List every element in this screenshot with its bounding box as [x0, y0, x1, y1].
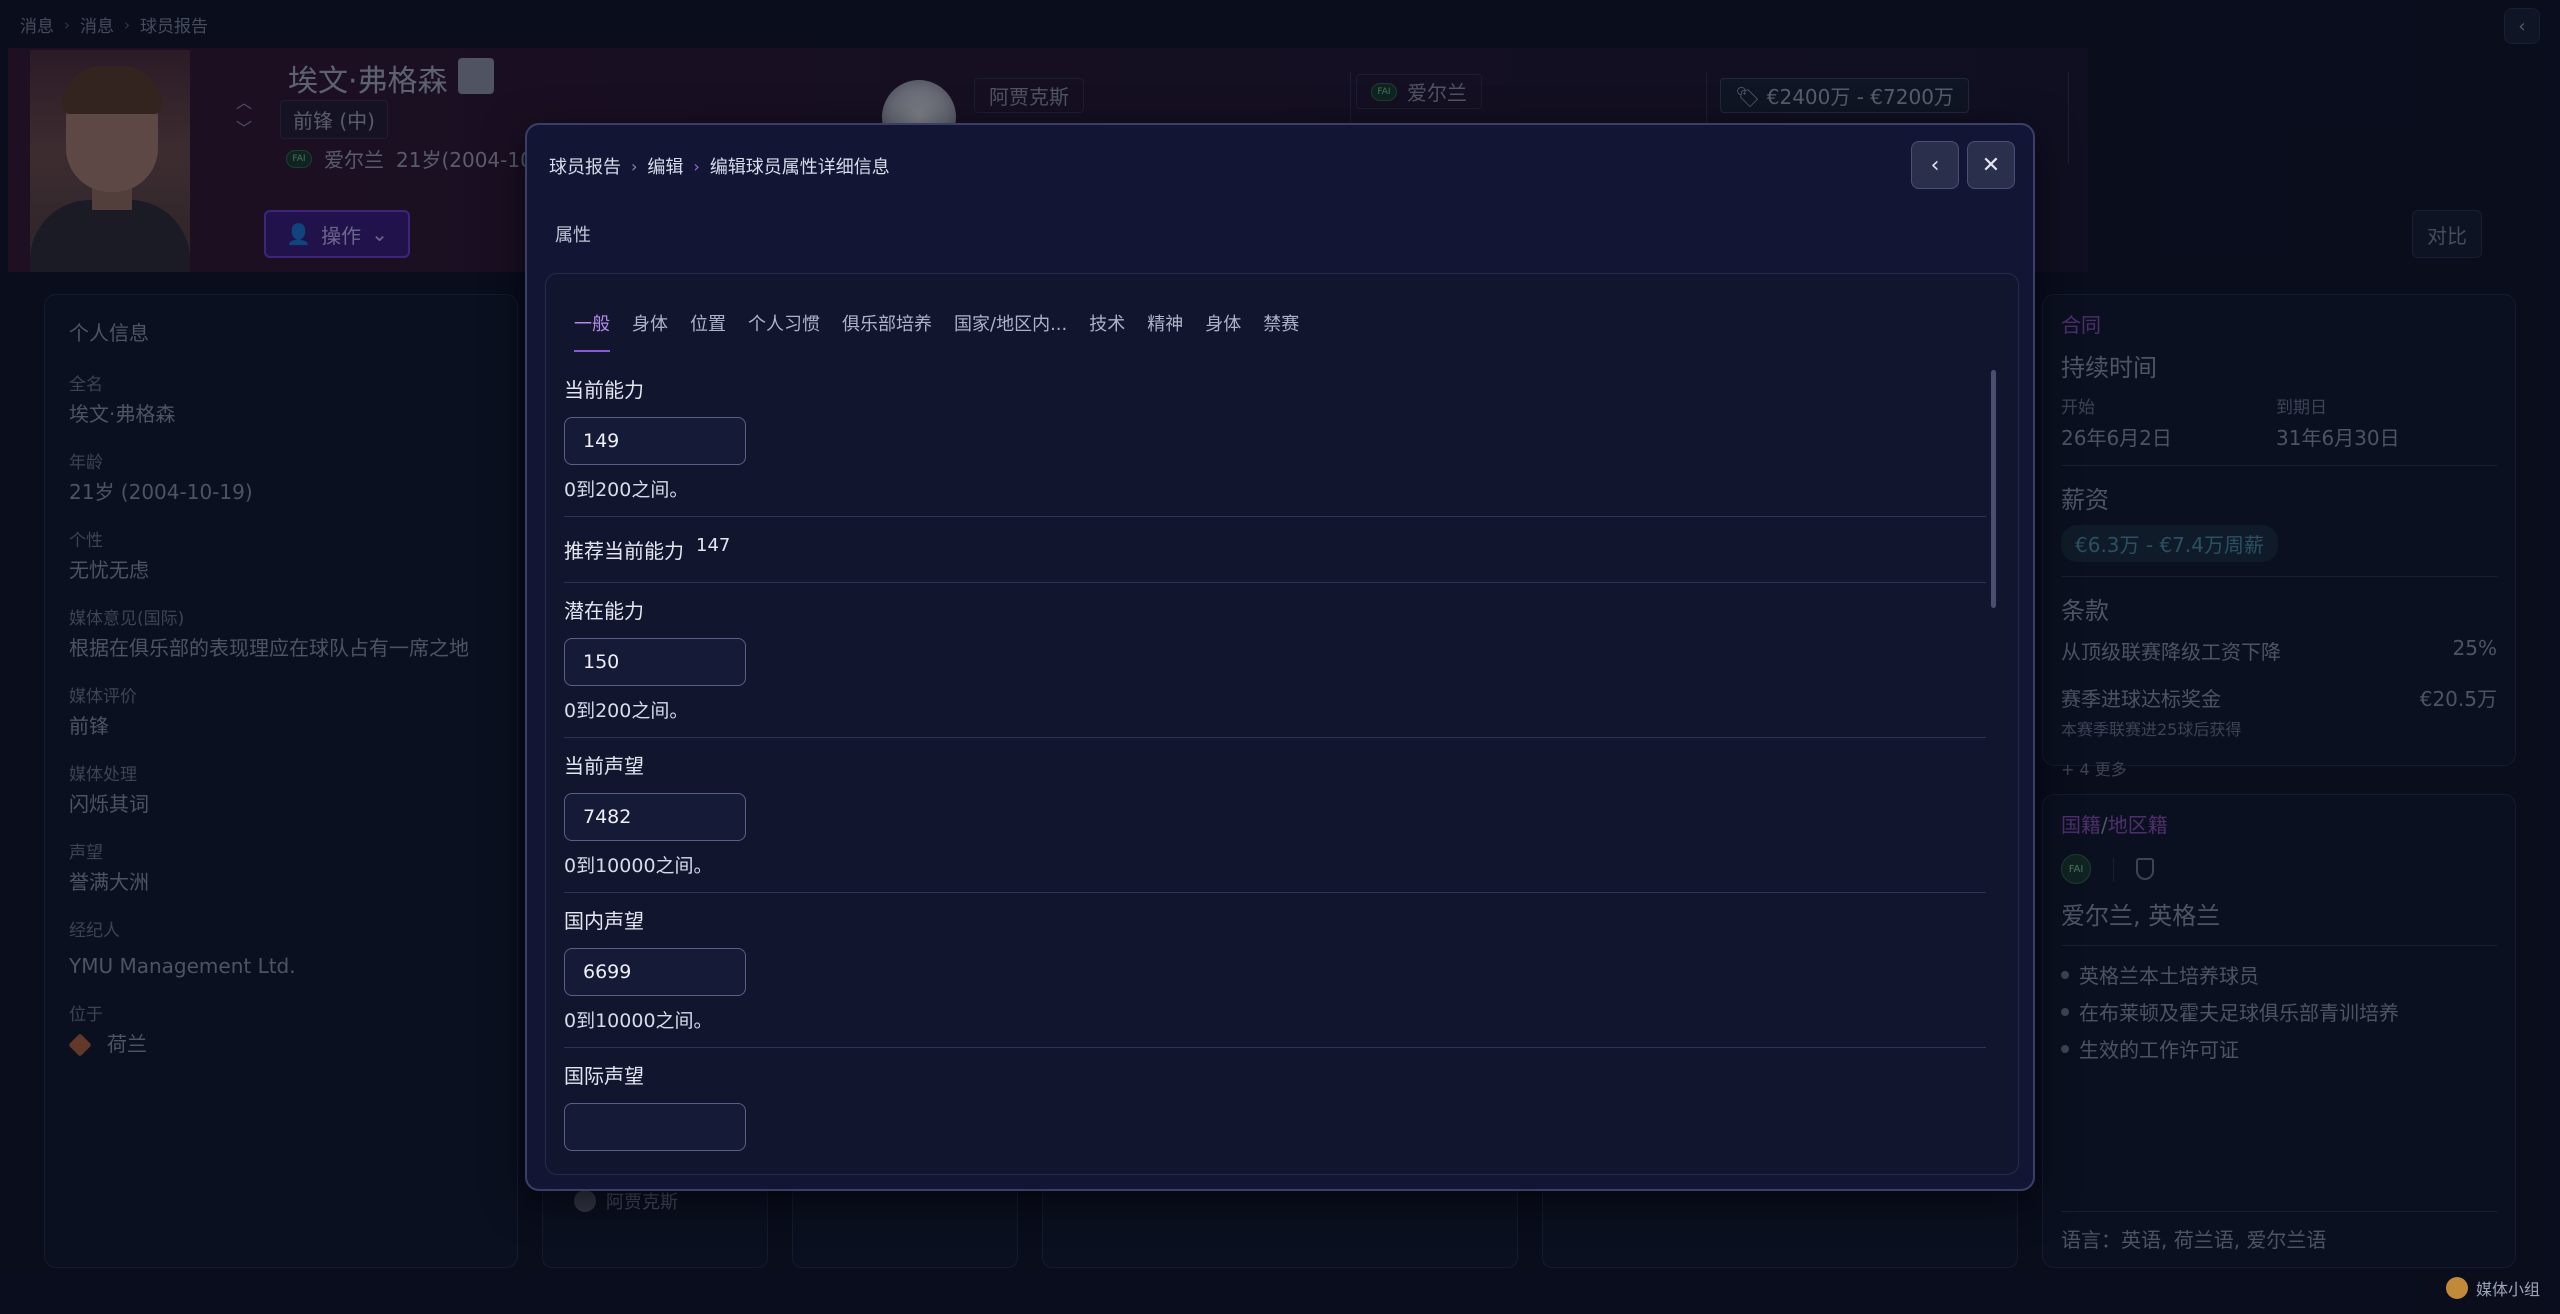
- edit-attributes-modal: 球员报告 › 编辑 › 编辑球员属性详细信息 ‹ ✕ 属性 一般 身体 位置 个…: [525, 123, 2035, 1191]
- breadcrumb-item[interactable]: 球员报告: [549, 153, 621, 179]
- field-home-reputation: 国内声望 6699 0到10000之间。: [564, 893, 1986, 1048]
- modal-breadcrumb: 球员报告 › 编辑 › 编辑球员属性详细信息: [549, 153, 890, 179]
- field-title: 当前能力: [564, 378, 644, 402]
- field-title: 当前声望: [564, 754, 644, 778]
- chevron-right-icon: ›: [693, 156, 700, 176]
- tab-technical[interactable]: 技术: [1089, 310, 1125, 352]
- field-hint: 0到10000之间。: [564, 1010, 713, 1032]
- watermark-logo-icon: [2445, 1277, 2468, 1299]
- field-current-reputation: 当前声望 7482 0到10000之间。: [564, 738, 1986, 893]
- close-icon: ✕: [1981, 152, 2001, 178]
- tab-club-trained[interactable]: 俱乐部培养: [842, 310, 932, 352]
- field-hint: 0到10000之间。: [564, 855, 713, 877]
- current-ability-input[interactable]: 149: [564, 417, 746, 465]
- scrollbar[interactable]: [1991, 370, 1996, 608]
- field-title: 国际声望: [564, 1064, 644, 1088]
- field-world-reputation: 国际声望: [564, 1048, 1986, 1165]
- attribute-tabs: 一般 身体 位置 个人习惯 俱乐部培养 国家/地区内... 技术 精神 身体 禁…: [574, 310, 1299, 352]
- tab-general[interactable]: 一般: [574, 310, 610, 352]
- breadcrumb-item[interactable]: 编辑: [647, 153, 683, 179]
- tab-physical-2[interactable]: 身体: [1205, 310, 1241, 352]
- field-potential-ability: 潜在能力 150 0到200之间。: [564, 583, 1986, 738]
- field-title: 国内声望: [564, 909, 644, 933]
- chevron-right-icon: ›: [631, 156, 638, 176]
- tab-nation-trained[interactable]: 国家/地区内...: [954, 310, 1067, 352]
- field-recommended-ability: 推荐当前能力 147: [564, 517, 1986, 583]
- tab-physical[interactable]: 身体: [632, 310, 668, 352]
- field-current-ability: 当前能力 149 0到200之间。: [564, 362, 1986, 517]
- field-title: 潜在能力: [564, 599, 644, 623]
- breadcrumb-item: 编辑球员属性详细信息: [709, 157, 890, 178]
- recommended-value: 147: [696, 535, 731, 556]
- watermark-text: 媒体小组: [2475, 1280, 2540, 1299]
- home-reputation-input[interactable]: 6699: [564, 948, 746, 996]
- tab-habits[interactable]: 个人习惯: [748, 310, 820, 352]
- tab-position[interactable]: 位置: [690, 310, 726, 352]
- tab-mental[interactable]: 精神: [1147, 310, 1183, 352]
- field-hint: 0到200之间。: [564, 479, 689, 501]
- close-button[interactable]: ✕: [1967, 141, 2015, 189]
- attributes-card: 一般 身体 位置 个人习惯 俱乐部培养 国家/地区内... 技术 精神 身体 禁…: [545, 273, 2019, 1175]
- field-title: 推荐当前能力: [564, 539, 684, 563]
- current-reputation-input[interactable]: 7482: [564, 793, 746, 841]
- section-label: 属性: [555, 225, 591, 246]
- chevron-left-icon: ‹: [1930, 152, 1940, 178]
- world-reputation-input[interactable]: [564, 1103, 746, 1151]
- field-hint: 0到200之间。: [564, 700, 689, 722]
- tab-bans[interactable]: 禁赛: [1263, 310, 1299, 352]
- attribute-fields: 当前能力 149 0到200之间。 推荐当前能力 147 潜在能力 150 0到…: [564, 362, 1986, 1165]
- back-button[interactable]: ‹: [1911, 141, 1959, 189]
- potential-ability-input[interactable]: 150: [564, 638, 746, 686]
- watermark: 媒体小组: [2445, 1276, 2540, 1300]
